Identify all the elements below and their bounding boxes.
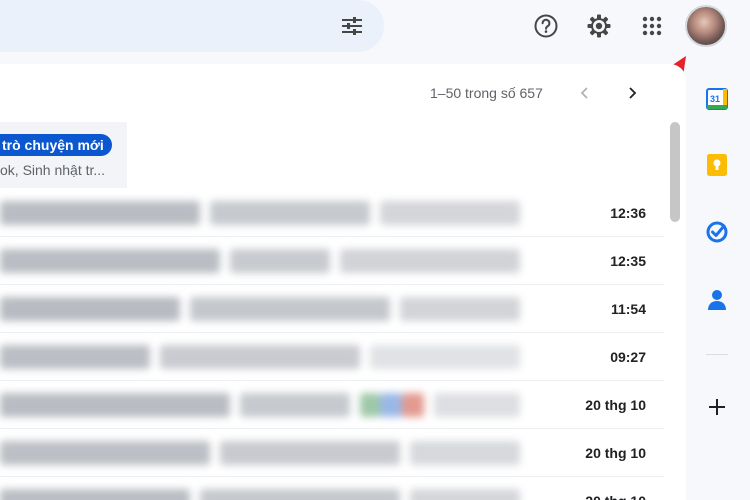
contacts-icon [708, 290, 726, 310]
keep-icon [707, 154, 727, 176]
calendar-app-button[interactable]: 31 [697, 79, 737, 119]
email-time: 20 thg 10 [585, 477, 646, 500]
chevron-right-icon [629, 87, 637, 99]
search-options-button[interactable] [335, 9, 369, 43]
contacts-app-button[interactable] [697, 280, 737, 320]
email-time: 20 thg 10 [585, 445, 646, 461]
email-row[interactable]: 20 thg 10 [0, 429, 664, 477]
email-row[interactable]: 12:36 [0, 189, 664, 237]
blurred-email-content [0, 201, 520, 225]
chevron-left-icon [580, 87, 588, 99]
email-row[interactable]: 12:35 [0, 237, 664, 285]
account-avatar[interactable] [685, 5, 727, 47]
tasks-app-button[interactable] [697, 212, 737, 252]
email-row[interactable]: 20 thg 10 [0, 381, 664, 429]
email-time: 12:36 [610, 205, 646, 221]
next-page-button[interactable] [619, 80, 645, 106]
email-row[interactable]: 09:27 [0, 333, 664, 381]
search-bar[interactable] [0, 0, 384, 52]
mail-list-panel: 1–50 trong số 657 trò chuyện mới ok, Sin… [0, 64, 686, 500]
blurred-email-content [0, 489, 520, 500]
new-conversations-badge: trò chuyện mới [0, 134, 112, 156]
help-icon [534, 14, 558, 38]
calendar-icon: 31 [706, 88, 728, 110]
keep-app-button[interactable] [697, 145, 737, 185]
email-time: 11:54 [610, 301, 646, 317]
scrollbar-thumb[interactable] [670, 122, 680, 222]
pagination-text: 1–50 trong số 657 [430, 85, 543, 101]
blurred-email-content [0, 393, 520, 417]
blurred-email-content [0, 345, 520, 369]
email-time: 09:27 [610, 349, 646, 365]
tasks-icon [706, 221, 728, 243]
add-addon-button[interactable] [697, 387, 737, 427]
tab-senders-preview: ok, Sinh nhật tr... [0, 162, 106, 178]
settings-button[interactable] [582, 9, 616, 43]
email-row[interactable]: 20 thg 10 [0, 477, 664, 500]
email-time: 12:35 [610, 253, 646, 269]
tune-icon [342, 17, 362, 35]
email-row[interactable]: 11:54 [0, 285, 664, 333]
email-time: 20 thg 10 [585, 397, 646, 413]
blurred-email-content [0, 249, 520, 273]
previous-page-button[interactable] [572, 80, 598, 106]
blurred-email-content [0, 441, 520, 465]
apps-grid-icon [642, 16, 662, 36]
gear-icon [587, 14, 611, 38]
category-tab[interactable]: trò chuyện mới ok, Sinh nhật tr... [0, 122, 127, 188]
apps-button[interactable] [635, 9, 669, 43]
scrollbar[interactable] [666, 122, 684, 500]
plus-icon [709, 399, 725, 415]
help-button[interactable] [529, 9, 563, 43]
blurred-email-content [0, 297, 520, 321]
side-panel-divider [706, 354, 728, 355]
calendar-day-number: 31 [710, 94, 720, 104]
